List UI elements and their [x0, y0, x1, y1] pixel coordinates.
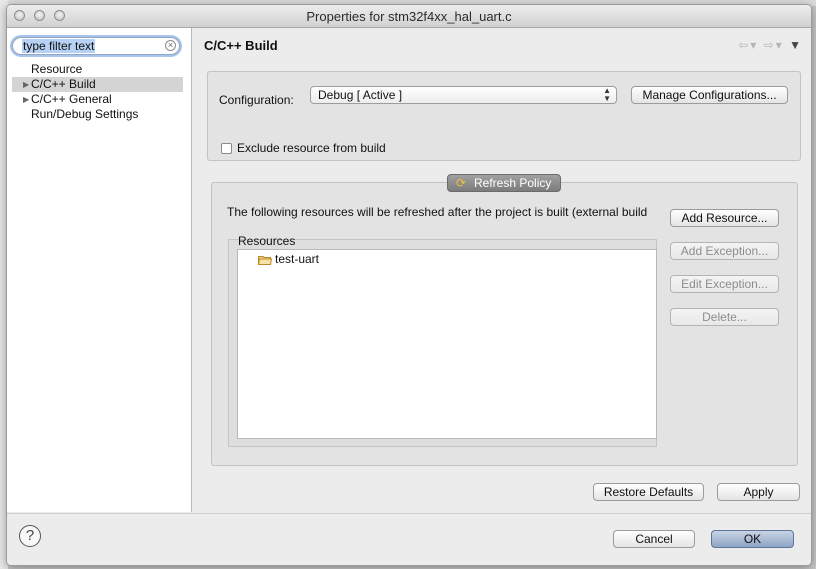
configuration-select[interactable]: Debug [ Active ] ▲ ▼	[310, 86, 617, 104]
manage-configurations-button[interactable]: Manage Configurations...	[631, 86, 788, 104]
sidebar-item-label: Run/Debug Settings	[31, 107, 139, 121]
properties-dialog: Properties for stm32f4xx_hal_uart.c type…	[6, 4, 812, 566]
select-arrows-icon: ▲ ▼	[603, 86, 611, 103]
apply-button[interactable]: Apply	[717, 483, 800, 501]
configuration-label: Configuration:	[219, 93, 294, 107]
help-icon[interactable]: ?	[19, 525, 41, 547]
page-navigation: ⇦▾ ⇨▾ ▼	[738, 38, 803, 52]
add-exception-button[interactable]: Add Exception...	[670, 242, 779, 260]
resource-item-label[interactable]: test-uart	[275, 252, 319, 266]
edit-exception-button[interactable]: Edit Exception...	[670, 275, 779, 293]
delete-button[interactable]: Delete...	[670, 308, 779, 326]
tab-refresh-policy-label: Refresh Policy	[474, 176, 552, 190]
expand-arrow-icon[interactable]: ▶	[23, 92, 29, 107]
forward-arrow-icon[interactable]: ⇨▾	[764, 38, 784, 52]
cancel-button[interactable]: Cancel	[613, 530, 695, 548]
sidebar-item-label: C/C++ Build	[31, 77, 96, 91]
configuration-select-value: Debug [ Active ]	[318, 88, 403, 102]
sidebar-item-label: Resource	[31, 62, 83, 76]
filter-input-text: type filter text	[22, 39, 96, 53]
title-bar: Properties for stm32f4xx_hal_uart.c	[7, 5, 811, 28]
ok-button[interactable]: OK	[711, 530, 794, 548]
page-title: C/C++ Build	[204, 38, 278, 53]
dialog-footer: ? Cancel OK	[7, 513, 811, 565]
sidebar-item-cpp-general[interactable]: ▶ C/C++ General	[7, 92, 191, 107]
exclude-from-build-label: Exclude resource from build	[237, 141, 386, 155]
sidebar: type filter text × Resource ▶ C/C++ Buil…	[7, 28, 192, 512]
expand-arrow-icon[interactable]: ▶	[23, 77, 29, 92]
sidebar-item-run-debug-settings[interactable]: Run/Debug Settings	[7, 107, 191, 122]
add-resource-button[interactable]: Add Resource...	[670, 209, 779, 227]
tab-refresh-policy[interactable]: ⟳ Refresh Policy	[447, 174, 561, 192]
view-menu-icon[interactable]: ▼	[789, 38, 803, 52]
clear-icon[interactable]: ×	[165, 40, 176, 51]
filter-input[interactable]: type filter text ×	[12, 37, 180, 55]
restore-defaults-button[interactable]: Restore Defaults	[593, 483, 704, 501]
page-header: C/C++ Build ⇦▾ ⇨▾ ▼	[193, 28, 811, 66]
back-arrow-icon[interactable]: ⇦▾	[738, 38, 758, 52]
sidebar-item-resource[interactable]: Resource	[7, 62, 191, 77]
refresh-description: The following resources will be refreshe…	[227, 205, 648, 219]
resources-label: Resources	[238, 234, 296, 248]
folder-icon	[258, 256, 272, 265]
configuration-panel: Configuration: Debug [ Active ] ▲ ▼ Manag…	[207, 71, 801, 161]
window-title: Properties for stm32f4xx_hal_uart.c	[306, 9, 512, 24]
sidebar-item-cpp-build[interactable]: ▶ C/C++ Build	[12, 77, 183, 92]
refresh-icon: ⟳	[456, 176, 467, 190]
resources-list[interactable]: test-uart	[237, 249, 657, 439]
exclude-from-build-checkbox[interactable]	[221, 143, 232, 154]
sidebar-item-label: C/C++ General	[31, 92, 112, 106]
